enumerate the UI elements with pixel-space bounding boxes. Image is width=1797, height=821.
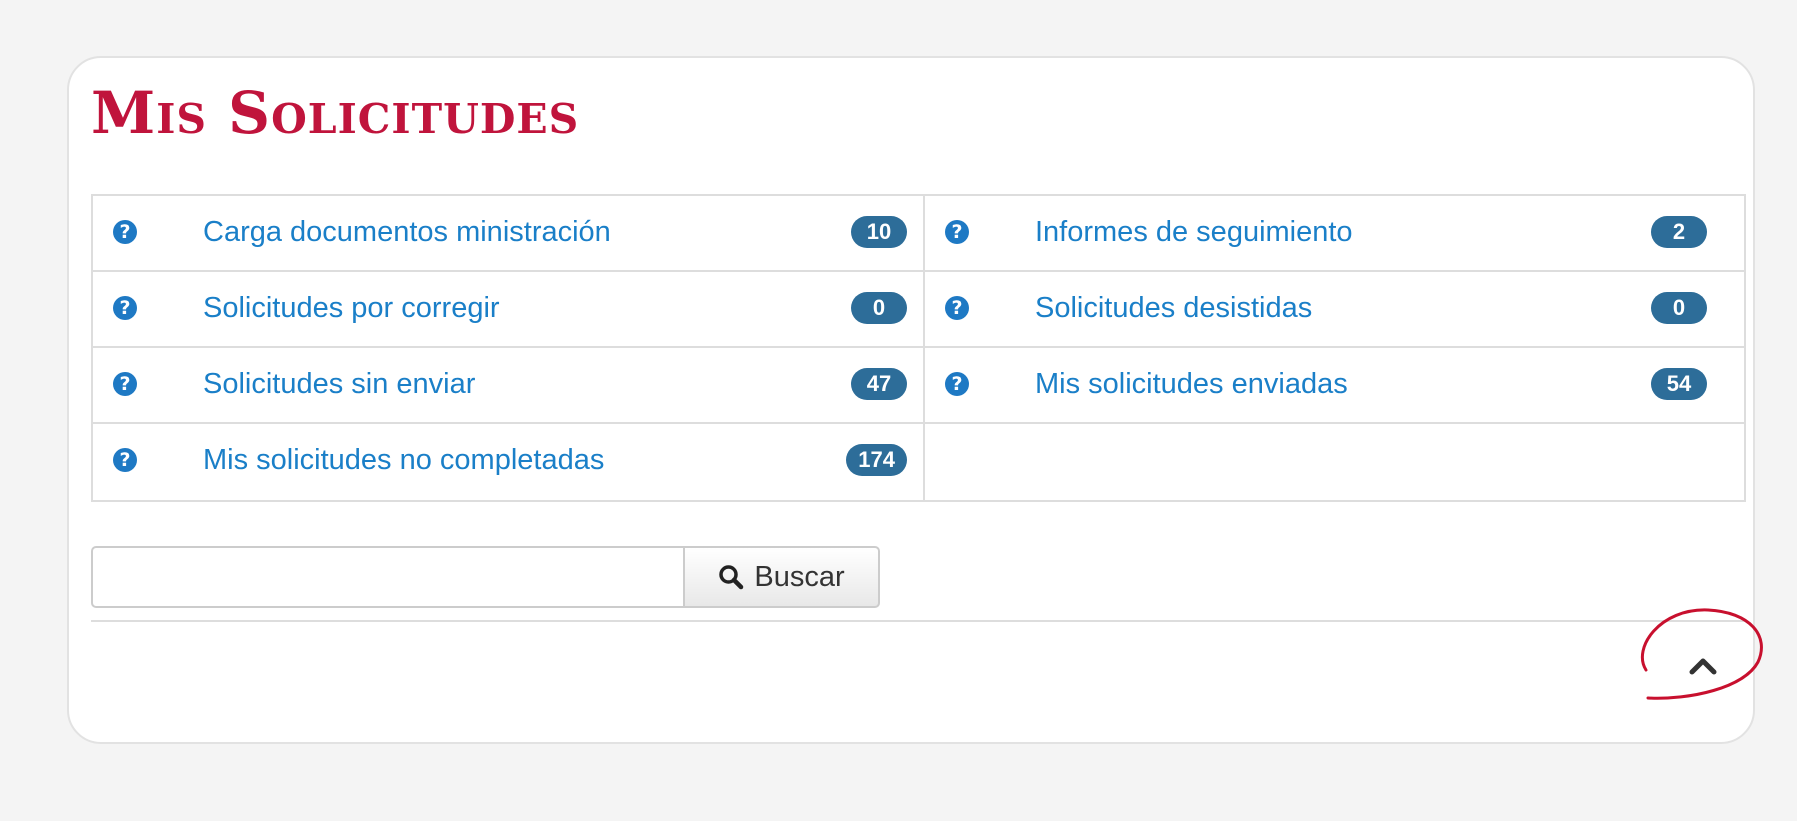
count-badge: 0 <box>1651 292 1707 324</box>
count-badge: 47 <box>851 368 907 400</box>
chevron-up-icon <box>1683 658 1723 690</box>
question-circle-icon[interactable]: ? <box>113 220 137 244</box>
search-group: Buscar <box>91 546 880 608</box>
link-carga-documentos[interactable]: Carga documentos ministración <box>203 214 611 250</box>
collapse-button[interactable] <box>1683 646 1723 686</box>
link-solicitudes-sin-enviar[interactable]: Solicitudes sin enviar <box>203 366 475 402</box>
page-title: Mis Solicitudes <box>91 79 580 147</box>
link-informes-seguimiento[interactable]: Informes de seguimiento <box>1035 214 1353 250</box>
question-circle-icon[interactable]: ? <box>945 296 969 320</box>
search-button-label: Buscar <box>754 560 845 593</box>
divider <box>91 620 1746 622</box>
link-mis-solicitudes-no-completadas[interactable]: Mis solicitudes no completadas <box>203 442 604 478</box>
list-item: ? Mis solicitudes no completadas 174 <box>93 424 925 500</box>
requests-table: ? Carga documentos ministración 10 ? Inf… <box>91 194 1746 502</box>
mis-solicitudes-panel: Mis Solicitudes ? Carga documentos minis… <box>67 56 1755 744</box>
search-input[interactable] <box>91 546 685 608</box>
link-mis-solicitudes-enviadas[interactable]: Mis solicitudes enviadas <box>1035 366 1348 402</box>
count-badge: 174 <box>846 444 907 476</box>
count-badge: 54 <box>1651 368 1707 400</box>
question-circle-icon[interactable]: ? <box>113 448 137 472</box>
empty-cell <box>925 424 1744 500</box>
question-circle-icon[interactable]: ? <box>945 220 969 244</box>
question-circle-icon[interactable]: ? <box>945 372 969 396</box>
list-item: ? Carga documentos ministración 10 <box>93 196 925 272</box>
count-badge: 2 <box>1651 216 1707 248</box>
count-badge: 10 <box>851 216 907 248</box>
list-item: ? Mis solicitudes enviadas 54 <box>925 348 1744 424</box>
list-item: ? Solicitudes desistidas 0 <box>925 272 1744 348</box>
list-item: ? Solicitudes sin enviar 47 <box>93 348 925 424</box>
search-button[interactable]: Buscar <box>685 546 880 608</box>
count-badge: 0 <box>851 292 907 324</box>
question-circle-icon[interactable]: ? <box>113 372 137 396</box>
search-icon <box>718 564 744 590</box>
list-item: ? Informes de seguimiento 2 <box>925 196 1744 272</box>
list-item: ? Solicitudes por corregir 0 <box>93 272 925 348</box>
link-solicitudes-desistidas[interactable]: Solicitudes desistidas <box>1035 290 1312 326</box>
link-solicitudes-por-corregir[interactable]: Solicitudes por corregir <box>203 290 500 326</box>
question-circle-icon[interactable]: ? <box>113 296 137 320</box>
